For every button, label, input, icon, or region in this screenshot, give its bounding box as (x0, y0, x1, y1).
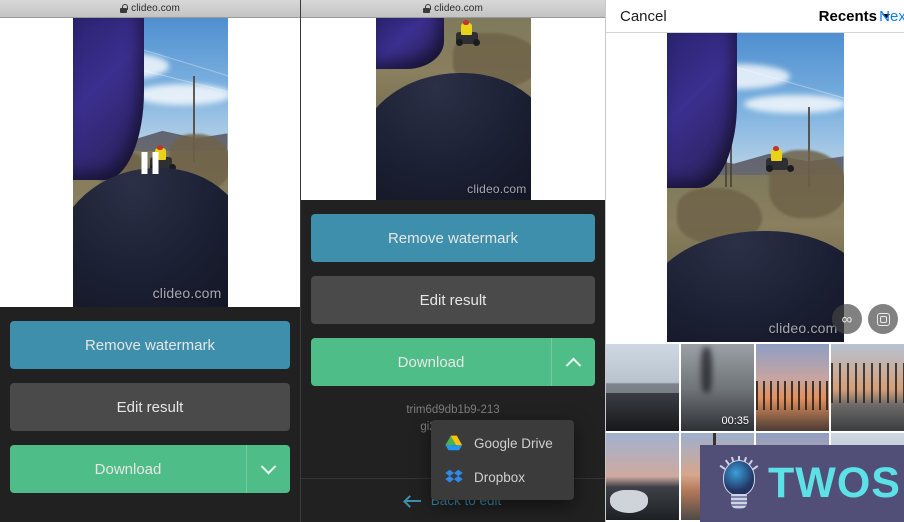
lightbulb-icon (716, 455, 762, 512)
preview-scene-atv (666, 33, 844, 342)
atv-wheel (473, 38, 481, 46)
browser-address-bar-left[interactable]: clideo.com (0, 0, 300, 18)
edit-result-label: Edit result (116, 398, 184, 416)
remove-watermark-label: Remove watermark (84, 336, 216, 354)
menu-item-google-drive-label: Google Drive (474, 435, 553, 451)
infinity-loop-icon[interactable]: ∞ (832, 304, 862, 334)
twos-brand-text: TWOS (768, 459, 901, 507)
rider-helmet (157, 145, 163, 151)
action-buttons-left: Remove watermark Edit result Download (0, 307, 300, 493)
foreground-jacket (375, 72, 531, 200)
video-stage-mid: clideo.com (301, 18, 605, 200)
edit-result-label: Edit result (419, 291, 487, 309)
ios-preview-area[interactable]: clideo.com ∞ (606, 33, 904, 342)
address-url: clideo.com (131, 3, 180, 14)
rider-helmet (463, 19, 470, 25)
remove-watermark-button-left[interactable]: Remove watermark (10, 321, 290, 369)
video-player-left[interactable]: clideo.com (0, 18, 300, 307)
edit-result-button-mid[interactable]: Edit result (311, 276, 595, 324)
download-destination-menu: Google Drive Dropbox (431, 420, 574, 500)
thumbnail-item[interactable] (831, 344, 904, 431)
ios-photo-picker: Cancel Recents Next (605, 0, 904, 522)
download-dropdown-toggle-mid[interactable] (551, 338, 595, 386)
clideo-watermark-mid: clideo.com (467, 182, 527, 196)
chevron-up-icon (565, 357, 582, 373)
pause-icon[interactable] (141, 151, 159, 174)
ios-preview-frame: clideo.com (666, 33, 844, 342)
remove-watermark-label: Remove watermark (387, 229, 519, 247)
app-screen: clideo.com clideo.com Remove watermark E… (0, 0, 904, 522)
atv-wheel (456, 38, 464, 46)
clideo-watermark-left: clideo.com (152, 285, 222, 301)
address-text-wrap: clideo.com (120, 3, 180, 14)
video-frame-mid: clideo.com (375, 18, 531, 200)
remove-watermark-button-mid[interactable]: Remove watermark (311, 214, 595, 262)
menu-item-dropbox-label: Dropbox (474, 469, 526, 485)
video-player-mid[interactable]: clideo.com (301, 18, 605, 200)
download-button-mid[interactable]: Download (311, 338, 595, 386)
download-button-left[interactable]: Download (10, 445, 290, 493)
atv-rider (765, 144, 794, 173)
browser-address-bar-mid[interactable]: clideo.com (301, 0, 605, 18)
atv-wheel (786, 165, 794, 173)
layers-square-icon[interactable] (868, 304, 898, 334)
cancel-button[interactable]: Cancel (620, 8, 667, 25)
address-url: clideo.com (434, 3, 483, 14)
atv-wheel (765, 165, 773, 173)
twos-watermark-overlay: TWOS (700, 445, 904, 522)
edit-result-button-left[interactable]: Edit result (10, 383, 290, 431)
rider-jacket (770, 149, 782, 162)
clideo-watermark-preview: clideo.com (768, 320, 838, 336)
next-button[interactable]: Next (879, 8, 904, 25)
filename-line-1: trim6d9db1b9-213 (406, 404, 500, 416)
clideo-panel-middle: clideo.com clideo.com Remove watermark E… (300, 0, 605, 522)
album-title: Recents (818, 7, 877, 25)
ios-navigation-bar: Cancel Recents Next (606, 0, 904, 33)
rider-helmet (772, 146, 779, 152)
video-scene-atv-mid (375, 18, 531, 200)
menu-item-google-drive[interactable]: Google Drive (431, 426, 574, 460)
lock-icon (423, 4, 431, 13)
download-dropdown-toggle-left[interactable] (246, 445, 290, 493)
preview-float-buttons: ∞ (832, 304, 898, 334)
arrow-left-icon (404, 499, 421, 502)
cloud (744, 94, 844, 114)
thumbnail-item[interactable]: 00:35 (681, 344, 754, 431)
thumbnail-item[interactable] (756, 344, 829, 431)
video-frame-left: clideo.com (72, 18, 228, 307)
download-label: Download (397, 353, 465, 371)
google-drive-icon (445, 435, 463, 451)
thumbnail-item[interactable] (606, 344, 679, 431)
address-text-wrap: clideo.com (423, 3, 483, 14)
thumbnail-item[interactable] (606, 433, 679, 520)
download-label: Download (94, 460, 162, 478)
dropbox-icon (445, 469, 463, 485)
chevron-down-icon (260, 458, 277, 474)
lock-icon (120, 4, 128, 13)
thumb-duration: 00:35 (721, 415, 749, 427)
menu-item-dropbox[interactable]: Dropbox (431, 460, 574, 494)
video-stage-left: clideo.com (0, 18, 300, 307)
atv-rider (456, 19, 481, 46)
action-buttons-mid: Remove watermark Edit result Download (301, 200, 605, 386)
clideo-panel-left: clideo.com clideo.com Remove watermark E… (0, 0, 300, 522)
